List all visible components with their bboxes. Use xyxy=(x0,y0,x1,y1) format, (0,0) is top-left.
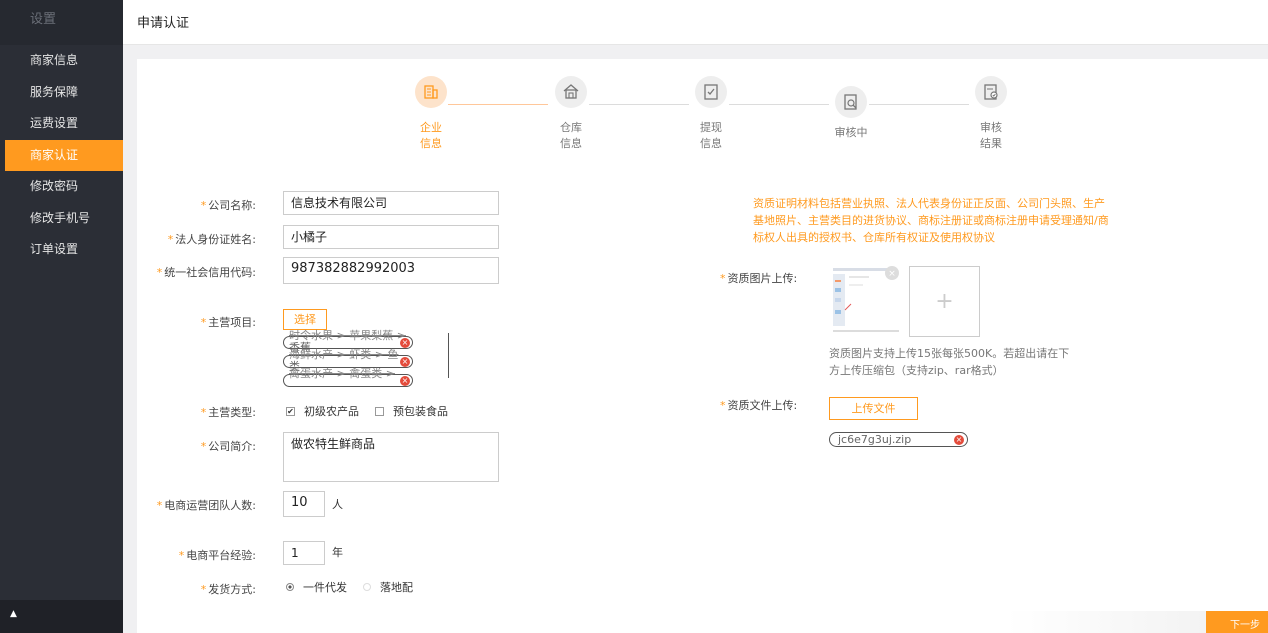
file-name: jc6e7g3uj.zip xyxy=(838,433,912,446)
sidebar-header: 设置 xyxy=(0,0,123,45)
sidebar-item-shipping-settings[interactable]: 运费设置 xyxy=(0,108,123,140)
step-connector xyxy=(589,104,689,105)
step-label: 审核中 xyxy=(834,126,868,139)
next-step-button[interactable]: 下一步 xyxy=(1206,611,1268,633)
image-upload-hint: 资质图片支持上传15张每张500K。若超出请在下方上传压缩包（支持zip、rar… xyxy=(829,347,1070,377)
add-image-button[interactable]: + xyxy=(909,266,980,337)
sidebar-item-order-settings[interactable]: 订单设置 xyxy=(0,234,123,266)
step-connector xyxy=(448,104,548,105)
shipping-label: * 发货方式: xyxy=(200,583,256,596)
credit-code-label: * 统一社会信用代码: xyxy=(156,266,256,279)
shipping-option-dropship[interactable]: 一件代发 xyxy=(286,579,347,595)
warehouse-icon xyxy=(555,76,587,108)
checkbox-checked[interactable]: ✔ xyxy=(286,406,295,416)
team-size-label: * 电商运营团队人数: xyxy=(156,499,256,512)
main-type-option-packaged[interactable]: 预包装食品 xyxy=(375,403,448,419)
remove-tag-icon[interactable]: × xyxy=(400,338,410,348)
topbar: 申请认证 xyxy=(123,0,1268,45)
radio-unselected[interactable] xyxy=(363,583,371,591)
company-name-field[interactable]: 信息技术有限公司 xyxy=(283,191,499,215)
sidebar-item-merchant-certification[interactable]: 商家认证 xyxy=(5,139,123,171)
team-size-field[interactable]: 10 xyxy=(283,491,325,517)
experience-unit: 年 xyxy=(332,546,343,559)
intro-label: * 公司简介: xyxy=(200,440,256,453)
sidebar: 设置 商家信息 服务保障 运费设置 商家认证 修改密码 修改手机号 订单设置 ▲ xyxy=(0,0,123,633)
experience-label: * 电商平台经验: xyxy=(178,549,256,562)
main-items-label: * 主营项目: xyxy=(200,316,256,329)
step-label: 仓库信息 xyxy=(560,121,582,150)
legal-name-label: * 法人身份证姓名: xyxy=(167,233,256,246)
sidebar-item-change-phone[interactable]: 修改手机号 xyxy=(0,203,123,235)
checklist-icon xyxy=(695,76,727,108)
tag-scrollbar[interactable] xyxy=(448,333,449,378)
credit-code-field[interactable]: 987382882992003 xyxy=(283,257,499,284)
shipping-option-local[interactable]: 落地配 xyxy=(363,579,413,595)
step-label: 提现信息 xyxy=(700,121,722,150)
sidebar-item-merchant-info[interactable]: 商家信息 xyxy=(0,45,123,77)
step-connector xyxy=(869,104,969,105)
sidebar-collapse-button[interactable]: ▲ xyxy=(0,600,123,633)
item-tag: 禽蛋水产 > 禽蛋类 > × xyxy=(283,368,413,387)
step-company-info: 企业信息 xyxy=(401,76,461,152)
step-reviewing: 审核中 xyxy=(821,86,881,141)
remove-file-icon[interactable]: × xyxy=(954,435,964,445)
main-type-option-primary[interactable]: ✔ 初级农产品 xyxy=(286,403,359,419)
footer-shade xyxy=(1006,611,1206,633)
progress-steps: 企业信息 仓库信息 提现信息 审核中 审核结果 xyxy=(137,59,1268,169)
remove-tag-icon[interactable]: × xyxy=(400,357,410,367)
caret-up-icon: ▲ xyxy=(10,609,17,619)
search-document-icon xyxy=(835,86,867,118)
step-withdraw-info: 提现信息 xyxy=(681,76,741,152)
step-label: 审核结果 xyxy=(980,121,1002,150)
experience-field[interactable]: 1 xyxy=(283,541,325,565)
uploaded-image-thumbnail[interactable]: × xyxy=(831,266,901,336)
image-upload-label: * 资质图片上传: xyxy=(720,272,798,285)
company-name-label: * 公司名称: xyxy=(200,199,256,212)
main-type-label: * 主营类型: xyxy=(200,406,256,419)
uploaded-file-tag: jc6e7g3uj.zip × xyxy=(829,432,968,447)
select-items-button[interactable]: 选择 xyxy=(283,309,327,330)
checkbox-unchecked[interactable] xyxy=(375,406,384,416)
intro-textarea[interactable]: 做农特生鲜商品 xyxy=(283,432,499,482)
upload-file-button[interactable]: 上传文件 xyxy=(829,397,918,420)
main-panel: 企业信息 仓库信息 提现信息 审核中 审核结果 * 公司名称: 信息技术有限公司… xyxy=(137,59,1268,633)
legal-name-field[interactable]: 小橘子 xyxy=(283,225,499,249)
sidebar-item-service-guarantee[interactable]: 服务保障 xyxy=(0,77,123,109)
radio-selected[interactable] xyxy=(286,583,294,591)
sidebar-item-change-password[interactable]: 修改密码 xyxy=(0,171,123,203)
step-label: 企业信息 xyxy=(420,121,442,150)
building-icon xyxy=(415,76,447,108)
result-document-icon xyxy=(975,76,1007,108)
remove-tag-icon[interactable]: × xyxy=(400,376,410,386)
team-size-unit: 人 xyxy=(332,498,343,511)
file-upload-label: * 资质文件上传: xyxy=(720,399,798,412)
step-review-result: 审核结果 xyxy=(961,76,1021,152)
qualification-note: 资质证明材料包括营业执照、法人代表身份证正反面、公司门头照、生产基地照片、主营类… xyxy=(753,197,1109,244)
step-warehouse-info: 仓库信息 xyxy=(541,76,601,152)
step-connector xyxy=(729,104,829,105)
page-title: 申请认证 xyxy=(137,16,190,31)
svg-text:×: × xyxy=(888,269,896,279)
plus-icon: + xyxy=(935,289,954,314)
